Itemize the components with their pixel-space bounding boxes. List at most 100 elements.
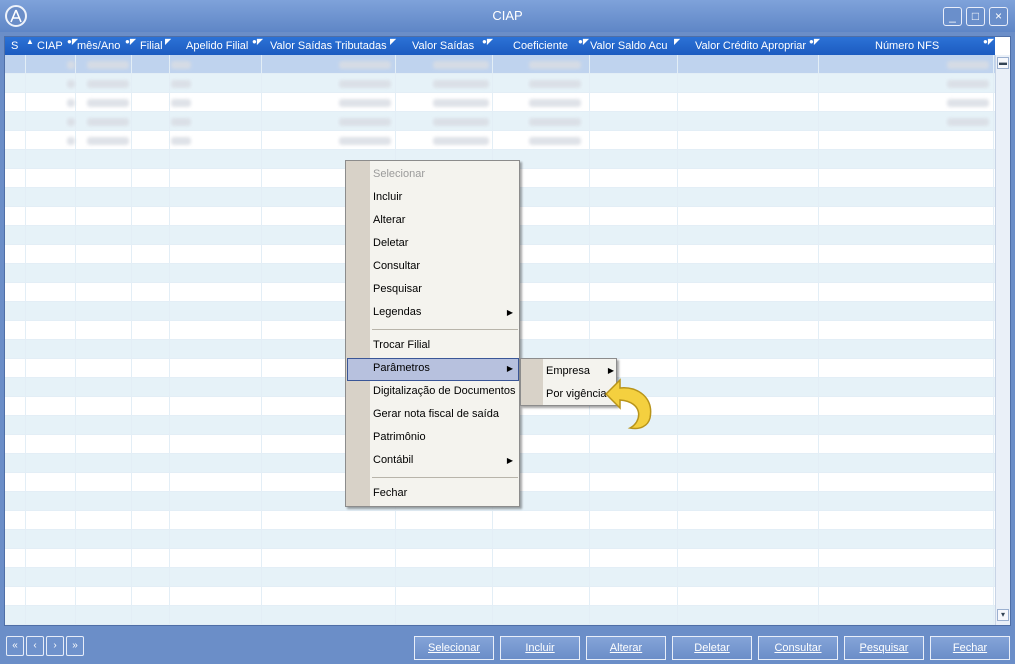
include-button[interactable]: Incluir bbox=[500, 636, 580, 660]
sort-icon[interactable]: ●◤ bbox=[252, 37, 263, 46]
table-row[interactable] bbox=[5, 93, 995, 112]
column-divider bbox=[261, 55, 262, 625]
column-header-mes-ano[interactable]: mês/Ano bbox=[77, 37, 125, 55]
close-icon[interactable]: × bbox=[989, 7, 1008, 26]
redacted-cell bbox=[433, 61, 489, 69]
menu-item-digitalizacao[interactable]: Digitalização de Documentos bbox=[372, 381, 518, 402]
menu-item-trocar-filial[interactable]: Trocar Filial bbox=[372, 335, 518, 356]
redacted-cell bbox=[67, 99, 75, 107]
table-row[interactable] bbox=[5, 112, 995, 131]
edit-button[interactable]: Alterar bbox=[586, 636, 666, 660]
table-row[interactable] bbox=[5, 55, 995, 74]
menu-item-contabil[interactable]: Contábil ▶ bbox=[372, 450, 518, 471]
menu-item-pesquisar[interactable]: Pesquisar bbox=[372, 279, 518, 300]
redacted-cell bbox=[433, 99, 489, 107]
sort-icon[interactable]: ◤ bbox=[674, 37, 680, 46]
maximize-icon[interactable]: □ bbox=[966, 7, 985, 26]
first-page-icon[interactable]: « bbox=[6, 636, 24, 656]
column-header-numero-nfs[interactable]: Número NFS bbox=[875, 37, 945, 55]
search-button[interactable]: Pesquisar bbox=[844, 636, 924, 660]
table-row[interactable] bbox=[5, 74, 995, 93]
redacted-cell bbox=[87, 99, 129, 107]
sort-icon[interactable]: ●◤ bbox=[482, 37, 493, 46]
sort-icon[interactable]: ●◤ bbox=[983, 37, 994, 46]
menu-item-alterar[interactable]: Alterar bbox=[372, 210, 518, 231]
table-row[interactable] bbox=[5, 530, 995, 549]
sort-icon[interactable]: ●◤ bbox=[578, 37, 589, 46]
sort-icon[interactable]: ●◤ bbox=[125, 37, 136, 46]
table-row[interactable] bbox=[5, 587, 995, 606]
redacted-cell bbox=[67, 80, 75, 88]
column-header-filial[interactable]: Filial bbox=[140, 37, 166, 55]
redacted-cell bbox=[339, 80, 391, 88]
menu-item-parametros-label: Parâmetros bbox=[373, 362, 430, 374]
redacted-cell bbox=[947, 99, 989, 107]
redacted-cell bbox=[67, 118, 75, 126]
menu-item-legendas[interactable]: Legendas ▶ bbox=[372, 302, 518, 323]
menu-separator bbox=[372, 329, 518, 330]
column-divider bbox=[818, 55, 819, 625]
column-header-valor-saldo-acu[interactable]: Valor Saldo Acu bbox=[590, 37, 672, 55]
select-button[interactable]: Selecionar bbox=[414, 636, 494, 660]
redacted-cell bbox=[339, 137, 391, 145]
column-header-apelido-filial[interactable]: Apelido Filial bbox=[186, 37, 252, 55]
submenu-item-empresa-label: Empresa bbox=[546, 365, 591, 377]
redacted-cell bbox=[947, 61, 989, 69]
last-page-icon[interactable]: » bbox=[66, 636, 84, 656]
minimize-icon[interactable]: _ bbox=[943, 7, 962, 26]
redacted-cell bbox=[171, 80, 191, 88]
column-header-valor-credito-apropriar[interactable]: Valor Crédito Apropriar bbox=[695, 37, 809, 55]
menu-item-deletar[interactable]: Deletar bbox=[372, 233, 518, 254]
redacted-cell bbox=[87, 137, 129, 145]
menu-item-selecionar[interactable]: Selecionar bbox=[372, 164, 518, 185]
column-header-valor-saidas-tributadas[interactable]: Valor Saídas Tributadas bbox=[270, 37, 390, 55]
menu-item-contabil-label: Contábil bbox=[373, 454, 414, 466]
column-divider bbox=[75, 55, 76, 625]
sort-icon[interactable]: ●◤ bbox=[809, 37, 820, 46]
menu-item-fechar[interactable]: Fechar bbox=[372, 483, 518, 504]
menu-item-consultar[interactable]: Consultar bbox=[372, 256, 518, 277]
menu-item-legendas-label: Legendas bbox=[373, 306, 422, 318]
previous-icon[interactable]: ‹ bbox=[26, 636, 44, 656]
close-button[interactable]: Fechar bbox=[930, 636, 1010, 660]
menu-item-incluir[interactable]: Incluir bbox=[372, 187, 518, 208]
submenu-arrow-icon: ▶ bbox=[506, 364, 513, 373]
menu-item-parametros[interactable]: Parâmetros ▶ bbox=[372, 358, 518, 379]
column-header-coeficiente[interactable]: Coeficiente bbox=[513, 37, 575, 55]
redacted-cell bbox=[87, 61, 129, 69]
vertical-scrollbar[interactable]: ▬ ▾ bbox=[995, 55, 1010, 625]
submenu-icon-strip bbox=[521, 359, 543, 405]
column-divider bbox=[677, 55, 678, 625]
table-row[interactable] bbox=[5, 131, 995, 150]
redacted-cell bbox=[529, 99, 581, 107]
table-row[interactable] bbox=[5, 606, 995, 625]
scroll-up-icon[interactable]: ▬ bbox=[997, 57, 1009, 69]
redacted-cell bbox=[529, 118, 581, 126]
table-row[interactable] bbox=[5, 511, 995, 530]
redacted-cell bbox=[947, 118, 989, 126]
grid-header: S ▲ CIAP ●◤ mês/Ano ●◤ Filial ◤ Apelido … bbox=[5, 37, 995, 55]
table-row[interactable] bbox=[5, 549, 995, 568]
redacted-cell bbox=[171, 61, 191, 69]
window-title: CIAP bbox=[492, 8, 523, 23]
column-chooser-icon[interactable] bbox=[998, 39, 1008, 51]
view-button[interactable]: Consultar bbox=[758, 636, 838, 660]
column-header-s[interactable]: S bbox=[11, 37, 25, 55]
menu-item-gerar-nota[interactable]: Gerar nota fiscal de saída bbox=[372, 404, 518, 425]
sort-icon[interactable]: ◤ bbox=[390, 37, 396, 46]
column-header-valor-saidas[interactable]: Valor Saídas bbox=[412, 37, 478, 55]
delete-button[interactable]: Deletar bbox=[672, 636, 752, 660]
column-header-ciap[interactable]: CIAP bbox=[37, 37, 67, 55]
menu-item-patrimonio[interactable]: Patrimônio bbox=[372, 427, 518, 448]
submenu-arrow-icon: ▶ bbox=[506, 308, 513, 317]
table-row[interactable] bbox=[5, 568, 995, 587]
curved-arrow-pointer-icon bbox=[604, 378, 652, 430]
sort-icon[interactable]: ◤ bbox=[165, 37, 171, 46]
next-icon[interactable]: › bbox=[46, 636, 64, 656]
redacted-cell bbox=[67, 137, 75, 145]
sort-icon[interactable]: ▲ bbox=[26, 37, 34, 46]
redacted-cell bbox=[339, 61, 391, 69]
scroll-down-icon[interactable]: ▾ bbox=[997, 609, 1009, 621]
redacted-cell bbox=[67, 61, 75, 69]
menu-separator bbox=[372, 477, 518, 478]
